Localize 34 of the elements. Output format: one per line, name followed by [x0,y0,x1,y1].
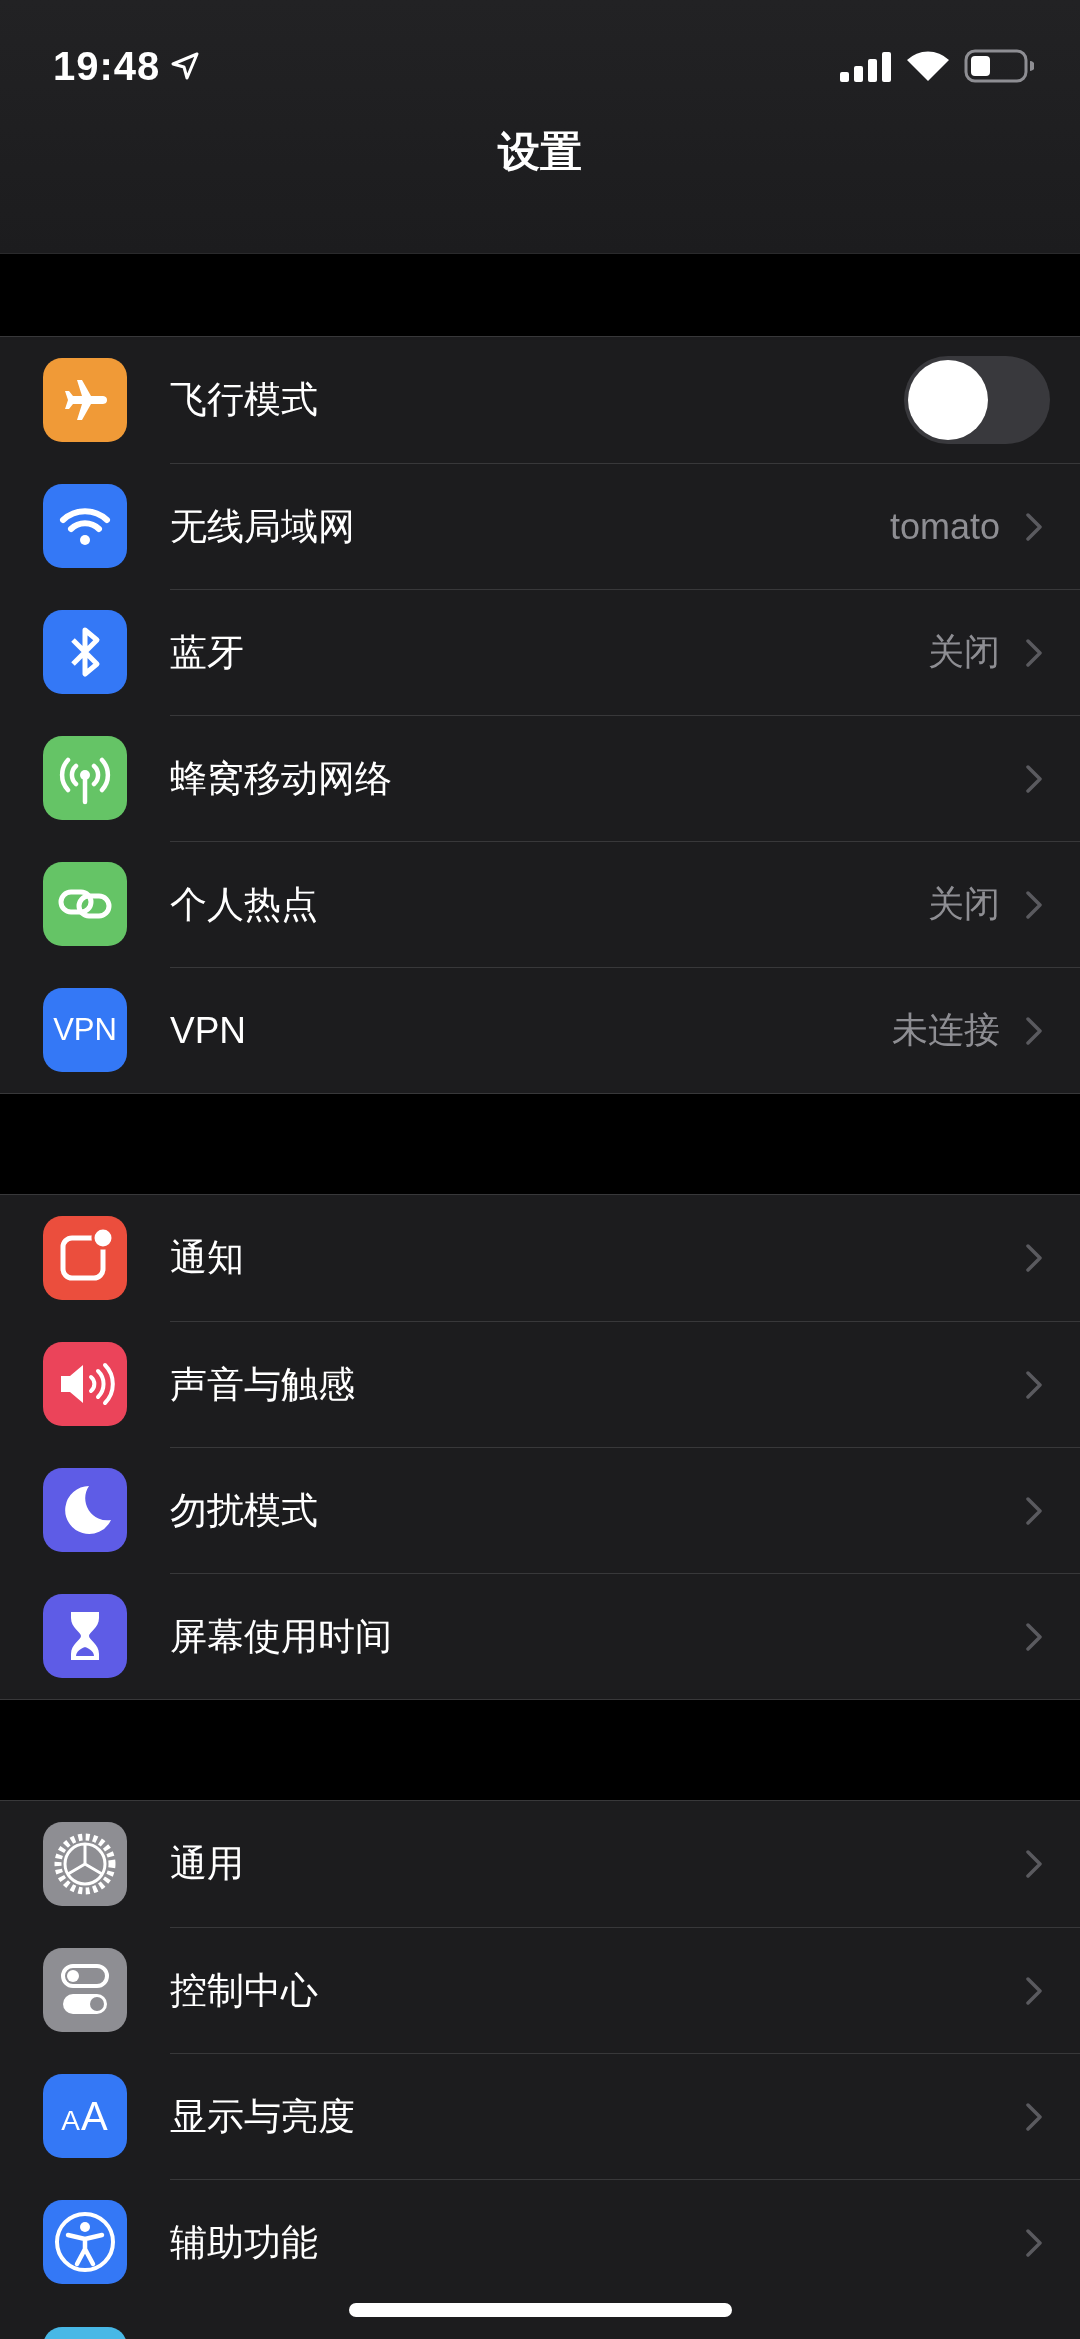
settings-row[interactable]: 通用 [0,1801,1080,1927]
settings-row[interactable]: 勿扰模式 [0,1447,1080,1573]
row-label: 控制中心 [170,1968,319,2013]
vpn-icon: VPN [43,988,127,1072]
row-label: 勿扰模式 [170,1488,319,1533]
row-value: tomato [889,505,1000,548]
settings-row[interactable]: 控制中心 [0,1927,1080,2053]
row-label: VPN [170,1009,248,1052]
row-label: 飞行模式 [170,378,319,422]
nav-title: 设置 [498,127,582,177]
settings-row[interactable]: 无线局域网 tomato [0,463,1080,589]
settings-row[interactable]: 声音与触感 [0,1321,1080,1447]
row-label: 蓝牙 [170,630,245,675]
row-label: 辅助功能 [170,2220,319,2265]
settings-row[interactable]: AA 显示与亮度 [0,2053,1080,2179]
row-label: 通知 [170,1236,245,1280]
settings-row[interactable]: 个人热点 关闭 [0,841,1080,967]
row-value: 关闭 [928,882,1000,926]
row-label: 通用 [170,1842,245,1886]
row-label: 显示与亮度 [170,2094,356,2139]
row-label: 声音与触感 [170,1362,356,1407]
row-label: 蜂窝移动网络 [170,756,393,801]
row-value: 未连接 [892,1008,1000,1052]
settings-row[interactable]: 蓝牙 关闭 [0,589,1080,715]
row-value: 关闭 [928,630,1000,674]
settings-row[interactable]: 蜂窝移动网络 [0,715,1080,841]
row-label: 无线局域网 [170,504,356,549]
settings-row[interactable]: 屏幕使用时间 [0,1573,1080,1699]
settings-row[interactable]: 通知 [0,1195,1080,1321]
status-time: 19:48 [53,43,161,89]
settings-row[interactable]: VPN VPN 未连接 [0,967,1080,1093]
text-size-icon: AA [43,2074,127,2158]
row-label: 屏幕使用时间 [170,1614,393,1659]
row-label: 个人热点 [170,882,319,927]
